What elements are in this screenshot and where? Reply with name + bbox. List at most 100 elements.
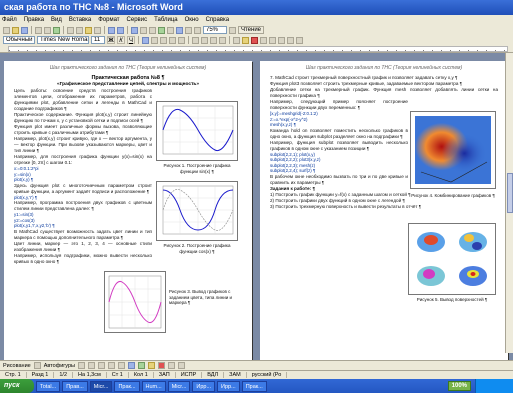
menu-tools[interactable]: Сервис <box>127 17 148 23</box>
taskbar-item[interactable]: Micr... <box>167 380 191 392</box>
open-folder-icon[interactable] <box>12 26 19 34</box>
taskbar-item[interactable]: Ирр... <box>192 380 216 392</box>
status-pages: 1/2 <box>54 372 74 378</box>
select-objects-icon[interactable] <box>33 362 41 369</box>
read-mode-button[interactable]: Чтение <box>238 26 264 34</box>
figure-sine-plot[interactable] <box>156 101 238 161</box>
line-style-icon[interactable] <box>168 362 175 369</box>
justify-icon[interactable] <box>169 36 176 44</box>
zoom-select[interactable]: 75% <box>203 26 227 34</box>
help-icon[interactable] <box>229 26 236 34</box>
superscript-icon[interactable] <box>296 36 303 44</box>
align-left-icon[interactable] <box>142 36 149 44</box>
figure-subplots[interactable] <box>408 223 496 295</box>
paste-icon[interactable] <box>85 26 92 34</box>
status-ext[interactable]: ВДЛ <box>202 372 225 378</box>
taskbar-item[interactable]: Прав... <box>62 380 88 392</box>
align-center-icon[interactable] <box>151 36 158 44</box>
spelling-icon[interactable] <box>53 26 60 34</box>
style-select[interactable]: Обычный <box>3 36 35 44</box>
document-map-icon[interactable] <box>185 26 192 34</box>
italic-button[interactable]: К <box>117 36 125 44</box>
columns-icon[interactable] <box>167 26 174 34</box>
shadow-icon[interactable] <box>178 362 185 369</box>
figure-colored-plot[interactable] <box>104 271 166 333</box>
menu-edit[interactable]: Правка <box>24 17 44 23</box>
menu-format[interactable]: Формат <box>98 17 119 23</box>
menu-help[interactable]: Справка <box>206 17 230 23</box>
cut-icon[interactable] <box>67 26 74 34</box>
paragraph: Практическое содержание. Функция plot(x,… <box>14 112 152 123</box>
numbering-icon[interactable] <box>192 36 199 44</box>
fill-color-icon[interactable] <box>148 362 155 369</box>
increase-indent-icon[interactable] <box>219 36 226 44</box>
insert-table-icon[interactable] <box>149 26 156 34</box>
vertical-scrollbar[interactable] <box>505 53 513 353</box>
figure-surface-combination[interactable] <box>410 111 496 189</box>
taskbar-item[interactable]: Прак... <box>241 380 267 392</box>
text-box-icon[interactable] <box>118 362 125 369</box>
insert-excel-icon[interactable] <box>158 26 165 34</box>
autoshapes-menu[interactable]: Автофигуры <box>44 363 75 369</box>
taskbar-item[interactable]: Micr... <box>89 380 113 392</box>
redo-icon[interactable] <box>117 26 124 34</box>
wordart-icon[interactable] <box>128 362 135 369</box>
status-trk[interactable]: ИСПР <box>176 372 203 378</box>
figure-cosine-plot[interactable] <box>156 181 238 241</box>
menu-insert[interactable]: Вставка <box>69 17 91 23</box>
toolbar-options-icon[interactable] <box>260 36 267 44</box>
font-size-select[interactable]: 11 <box>91 36 105 44</box>
line-icon[interactable] <box>78 362 85 369</box>
status-rec[interactable]: ЗАП <box>154 372 176 378</box>
taskbar-item[interactable]: Ирр... <box>217 380 240 392</box>
start-button[interactable]: пуск <box>0 379 34 393</box>
task-item: 3) Построить трехмерную поверхность и вы… <box>270 203 422 209</box>
status-page: Стр. 1 <box>0 372 27 378</box>
align-right-icon[interactable] <box>160 36 167 44</box>
status-ovr[interactable]: ЗАМ <box>224 372 247 378</box>
bold-button[interactable]: Ж <box>107 36 115 44</box>
equation-icon[interactable] <box>269 36 276 44</box>
copy-icon[interactable] <box>76 26 83 34</box>
horizontal-ruler[interactable] <box>8 46 508 52</box>
drawing-icon[interactable] <box>176 26 183 34</box>
font-select[interactable]: Times New Roman <box>37 36 89 44</box>
paragraph: Например, plot(x,y) строит кривую, где x… <box>14 136 152 153</box>
draw-menu[interactable]: Рисование <box>3 363 31 369</box>
toolbar-separator <box>229 36 230 44</box>
print-preview-icon[interactable] <box>44 26 51 34</box>
figure-caption: Рисунок 2. Построение графика функции co… <box>163 243 231 254</box>
format-painter-icon[interactable] <box>94 26 101 34</box>
menu-file[interactable]: Файл <box>2 17 17 23</box>
taskbar-item[interactable]: Прак... <box>114 380 140 392</box>
arrow-icon[interactable] <box>88 362 95 369</box>
clipart-icon[interactable] <box>138 362 145 369</box>
line-spacing-icon[interactable] <box>178 36 185 44</box>
rectangle-icon[interactable] <box>98 362 105 369</box>
taskbar-item[interactable]: Total... <box>36 380 61 392</box>
figure-caption: Рисунок 4. Комбинирование графиков ¶ <box>411 193 495 198</box>
undo-icon[interactable] <box>108 26 115 34</box>
symbol-icon[interactable] <box>278 36 285 44</box>
outside-border-icon[interactable] <box>233 36 240 44</box>
highlight-icon[interactable] <box>242 36 249 44</box>
paragraph: Добавление сетки на трехмерный график. Ф… <box>270 87 498 98</box>
decrease-indent-icon[interactable] <box>210 36 217 44</box>
scrollbar-thumb[interactable] <box>507 173 513 213</box>
taskbar-item[interactable]: Hum... <box>141 380 166 392</box>
line-color-icon[interactable] <box>158 362 165 369</box>
underline-button[interactable]: Ч <box>127 36 135 44</box>
menu-view[interactable]: Вид <box>51 17 62 23</box>
font-color-icon[interactable] <box>251 36 258 44</box>
menu-window[interactable]: Окно <box>185 17 199 23</box>
menu-table[interactable]: Таблица <box>154 17 178 23</box>
subscript-icon[interactable] <box>287 36 294 44</box>
oval-icon[interactable] <box>108 362 115 369</box>
bullets-icon[interactable] <box>201 36 208 44</box>
tables-borders-icon[interactable] <box>140 26 147 34</box>
new-document-icon[interactable] <box>3 26 10 34</box>
print-icon[interactable] <box>35 26 42 34</box>
show-hide-icon[interactable] <box>194 26 201 34</box>
hyperlink-icon[interactable] <box>131 26 138 34</box>
save-icon[interactable] <box>21 26 28 34</box>
